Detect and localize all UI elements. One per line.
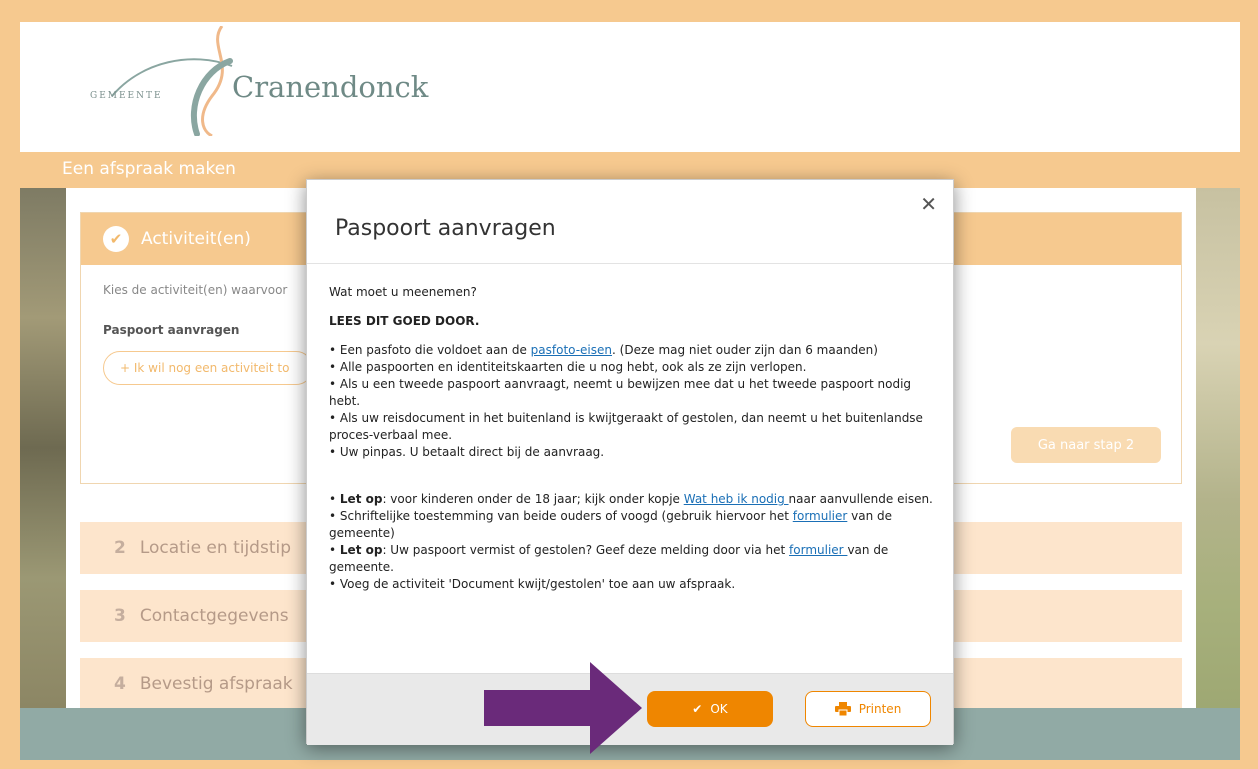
bullet: •: [329, 492, 340, 506]
check-icon: ✔: [103, 226, 129, 252]
requirement-item: • Een pasfoto die voldoet aan de pasfoto…: [329, 342, 937, 359]
step-activities-title: Activiteit(en): [141, 229, 251, 249]
requirement-item: • Alle paspoorten en identiteitskaarten …: [329, 360, 807, 374]
step-activities-intro: Kies de activiteit(en) waarvoor: [103, 283, 288, 297]
modal-body: Wat moet u meenemen? LEES DIT GOED DOOR.…: [329, 284, 937, 593]
requirement-text: . (Deze mag niet ouder zijn dan 6 maande…: [612, 343, 878, 357]
modal-heading: LEES DIT GOED DOOR.: [329, 314, 480, 328]
selected-activity: Paspoort aanvragen: [103, 323, 240, 337]
step-label: Contactgegevens: [139, 606, 289, 626]
print-button[interactable]: Printen: [805, 691, 931, 727]
step-label: Bevestig afspraak: [139, 674, 293, 694]
modal-title: Paspoort aanvragen: [335, 216, 556, 241]
formulier-link[interactable]: formulier: [789, 543, 847, 557]
notice-item: • Let op: voor kinderen onder de 18 jaar…: [329, 491, 937, 508]
notice-text: naar aanvullende eisen.: [788, 492, 933, 506]
printer-icon: [834, 702, 851, 716]
next-step-button[interactable]: Ga naar stap 2: [1011, 427, 1161, 463]
pointer-arrow-icon: [484, 662, 642, 754]
activity-info-modal: ✕ Paspoort aanvragen Wat moet u meenemen…: [306, 179, 954, 745]
background-photo-left: [20, 188, 66, 708]
logo-prefix: GEMEENTE: [90, 91, 163, 101]
requirement-item: • Als uw reisdocument in het buitenland …: [329, 411, 923, 442]
logo-swoosh-icon: [111, 26, 233, 136]
modal-intro: Wat moet u meenemen?: [329, 285, 477, 299]
requirement-item: • Uw pinpas. U betaalt direct bij de aan…: [329, 445, 605, 459]
step-label: Locatie en tijdstip: [139, 538, 292, 558]
notice-item: • Let op: Uw paspoort vermist of gestole…: [329, 542, 937, 576]
requirement-text: • Een pasfoto die voldoet aan de: [329, 343, 531, 357]
checkmark-icon: ✔: [692, 702, 703, 716]
notice-item: • Voeg de activiteit 'Document kwijt/ges…: [329, 577, 736, 591]
notice-text: : voor kinderen onder de 18 jaar; kijk o…: [382, 492, 684, 506]
notice-item: • Schriftelijke toestemming van beide ou…: [329, 508, 937, 542]
background-photo-right: [1196, 188, 1240, 708]
logo-name: Cranendonck: [232, 70, 429, 104]
pasfoto-eisen-link[interactable]: pasfoto-eisen: [531, 343, 612, 357]
ok-button-label: OK: [710, 702, 728, 716]
step-number: 4: [114, 674, 126, 694]
wat-heb-ik-nodig-link[interactable]: Wat heb ik nodig: [684, 492, 789, 506]
notice-text: • Schriftelijke toestemming van beide ou…: [329, 509, 793, 523]
notice-label: Let op: [339, 543, 383, 557]
modal-divider: [307, 263, 953, 264]
step-number: 3: [114, 606, 126, 626]
step-number: 2: [114, 538, 126, 558]
bullet: •: [329, 543, 340, 557]
add-activity-button[interactable]: + Ik wil nog een activiteit to: [103, 351, 313, 385]
print-button-label: Printen: [858, 702, 902, 716]
site-header: GEMEENTE Cranendonck: [20, 22, 1240, 152]
notice-text: : Uw paspoort vermist of gestolen? Geef …: [382, 543, 790, 557]
ok-button[interactable]: ✔ OK: [647, 691, 773, 727]
close-icon[interactable]: ✕: [920, 192, 937, 216]
formulier-link[interactable]: formulier: [793, 509, 848, 523]
requirement-item: • Als u een tweede paspoort aanvraagt, n…: [329, 377, 912, 408]
notice-label: Let op: [339, 492, 383, 506]
